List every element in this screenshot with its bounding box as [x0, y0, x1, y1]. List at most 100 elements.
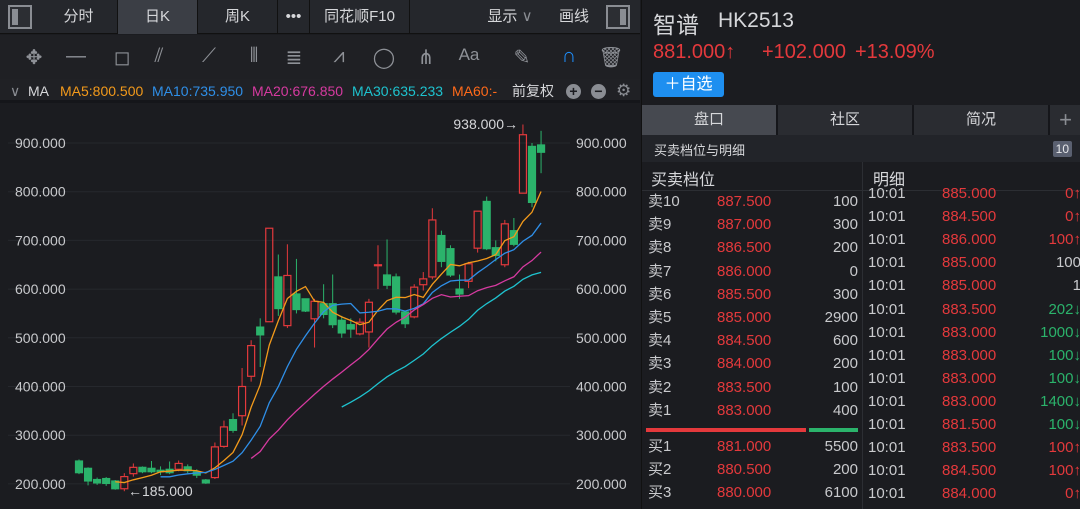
price-change: +102.000	[762, 41, 846, 63]
y-axis-label-left: 300.000	[15, 427, 66, 443]
magnet-icon[interactable]: ∩	[555, 45, 583, 68]
wave-icon[interactable]: ⩘	[325, 45, 353, 68]
trade-volume: 100↓	[1048, 369, 1080, 387]
fan-icon[interactable]: ⫽	[145, 45, 173, 68]
trade-time: 10:01	[868, 208, 906, 226]
ma30-value: MA30:635.233	[352, 83, 444, 99]
line-icon[interactable]: —	[62, 45, 90, 68]
trade-price: 884.500	[942, 208, 997, 226]
text-icon[interactable]: Aa	[455, 45, 483, 65]
trade-row: 10:01 883.000 100↓	[864, 367, 1080, 390]
remove-indicator-icon[interactable]: −	[591, 84, 606, 99]
price: 885.000	[717, 309, 772, 326]
tab-order-book[interactable]: 盘口	[642, 105, 778, 135]
candle-down	[147, 467, 156, 473]
tab-community[interactable]: 社区	[778, 105, 914, 135]
depth-badge[interactable]: 10	[1052, 141, 1072, 157]
trade-row: 10:01 885.000 100	[864, 251, 1080, 274]
bid-row: 买2 880.500 200	[642, 458, 862, 481]
level-label: 卖10	[648, 193, 680, 210]
collapse-chevron-icon[interactable]: ∨	[10, 79, 20, 103]
ask-row: 卖10 887.500 100	[642, 190, 862, 213]
max-price-annotation: 938.000→	[453, 116, 518, 132]
section-title: 买卖档位与明细	[654, 143, 746, 158]
trade-detail-list[interactable]: 10:01 885.000 0↑ 10:01 884.500 0↑ 10:01 886.000…	[864, 182, 1080, 509]
level-label: 卖4	[648, 332, 672, 350]
fork-icon[interactable]: ⋔	[412, 45, 440, 70]
display-dropdown[interactable]: 显示 ∨	[470, 0, 550, 34]
ask-row: 卖1 883.000 400	[642, 399, 862, 422]
tab-overview[interactable]: 简况	[914, 105, 1050, 135]
ma10-value: MA10:735.950	[152, 83, 244, 99]
eraser-icon[interactable]: ✎	[508, 45, 536, 70]
segment-icon[interactable]: ⟋	[195, 45, 223, 68]
trade-price: 883.000	[942, 369, 997, 387]
y-axis-label-left: 900.000	[15, 135, 66, 151]
more-periods-button[interactable]: •••	[278, 0, 310, 34]
tab-intraday[interactable]: 分时	[40, 0, 118, 34]
ask-row: 卖3 884.000 200	[642, 352, 862, 375]
ellipse-icon[interactable]: ◯	[370, 45, 398, 70]
rectangle-icon[interactable]: ◻	[108, 45, 136, 70]
level-label: 买2	[648, 461, 672, 478]
trade-price: 884.500	[942, 462, 997, 480]
toggle-left-panel-icon[interactable]	[8, 5, 32, 29]
ma10-line	[160, 222, 542, 478]
parallel-lines-icon[interactable]: ⦀	[240, 45, 268, 68]
bid-row: 买1 881.000 5500	[642, 435, 862, 458]
trade-volume: 1400↓	[1040, 392, 1080, 410]
price: 883.500	[717, 378, 772, 396]
trade-row: 10:01 884.500 100↑	[864, 459, 1080, 482]
trade-row: 10:01 885.000 1	[864, 274, 1080, 297]
price: 887.000	[717, 216, 772, 234]
candle-up	[428, 219, 437, 278]
min-price-annotation: ←185.000	[128, 483, 193, 499]
book-title: 买卖档位	[651, 172, 716, 189]
ma5-line	[115, 191, 542, 484]
level-label: 买1	[648, 438, 672, 455]
ask-row: 卖2 883.500 100	[642, 376, 862, 399]
volume: 300	[832, 285, 858, 303]
add-tab-icon[interactable]: +	[1050, 105, 1080, 135]
price: 886.500	[717, 239, 772, 257]
tab-weekly-k[interactable]: 周K	[198, 0, 278, 34]
add-indicator-icon[interactable]: +	[566, 84, 581, 99]
percent-change: +13.09%	[855, 41, 935, 63]
trade-time: 10:01	[868, 416, 906, 433]
bid-ratio-bar	[809, 428, 858, 432]
trade-row: 10:01 886.000 100↑	[864, 228, 1080, 251]
ma60-value: MA60:-	[452, 83, 498, 99]
level-label: 买3	[648, 484, 672, 501]
move-icon[interactable]: ✥	[20, 45, 48, 70]
gann-icon[interactable]: ≣	[280, 45, 308, 70]
draw-line-button[interactable]: 画线	[550, 0, 598, 34]
candle-down	[382, 274, 392, 286]
tab-f10[interactable]: 同花顺F10	[310, 0, 410, 34]
trade-row: 10:01 885.000 0↑	[864, 182, 1080, 205]
kline-chart[interactable]: 200.000 200.000 300.000 300.000 400.000 400.0…	[0, 103, 640, 509]
candle-down	[93, 478, 102, 484]
toggle-right-panel-icon[interactable]	[606, 5, 630, 29]
candle-down	[482, 200, 491, 250]
settings-gear-icon[interactable]: ⚙	[616, 79, 631, 103]
trade-price: 881.500	[942, 416, 997, 433]
volume: 300	[832, 216, 858, 234]
candle-up	[174, 462, 183, 470]
trade-time: 10:01	[868, 254, 906, 272]
last-price: 881.000↑	[653, 41, 736, 63]
trash-icon[interactable]: 🗑	[597, 45, 625, 70]
add-watchlist-button[interactable]: ＋自选	[653, 72, 724, 97]
candle-up	[265, 227, 274, 323]
ma5-value: MA5:800.500	[60, 83, 144, 99]
y-axis-label-right: 200.000	[576, 476, 627, 492]
candle-down	[256, 326, 265, 336]
trade-price: 883.000	[942, 346, 997, 364]
y-axis-label-right: 900.000	[576, 135, 627, 151]
y-axis-label-right: 400.000	[576, 379, 627, 395]
tab-daily-k[interactable]: 日K	[118, 0, 198, 34]
ma-label[interactable]: MA	[28, 79, 49, 103]
adjust-dropdown[interactable]: 前复权	[512, 79, 554, 103]
candle-down	[337, 319, 346, 334]
ask-row: 卖9 887.000 300	[642, 213, 862, 236]
candle-up	[219, 426, 229, 448]
